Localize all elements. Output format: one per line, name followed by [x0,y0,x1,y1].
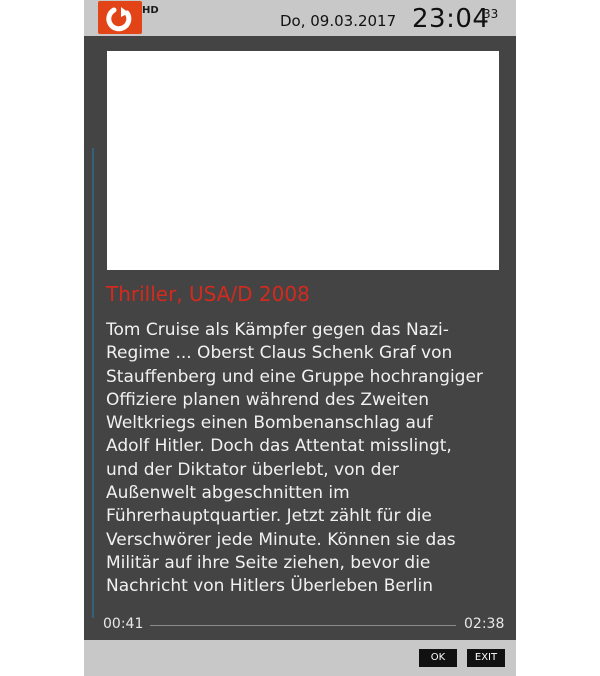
accent-divider [92,148,94,618]
description-line: Führerhauptquartier. Jetzt zählt für die [106,506,432,527]
channel-logo: HD [98,1,160,35]
progress-start-time: 00:41 [103,616,144,632]
bottom-button-bar: OK EXIT [84,640,516,676]
program-image-placeholder [107,51,499,270]
logo-swirl-icon [106,7,132,32]
progress-end-time: 02:38 [464,616,505,632]
description-line: und der Diktator überlebt, von der [106,459,399,480]
ok-button[interactable]: OK [419,649,457,667]
progress-track [150,625,456,626]
program-description: Tom Cruise als Kämpfer gegen das Nazi- R… [106,320,506,600]
current-seconds: 33 [483,7,499,21]
program-progress: 00:41 02:38 [84,612,516,640]
kabel-eins-logo-icon [98,1,142,34]
description-line: Militär auf ihre Seite ziehen, bevor die [106,552,431,573]
description-line: Stauffenberg und eine Gruppe hochrangige… [106,366,483,387]
description-line: Außenwelt abgeschnitten im [106,483,350,504]
exit-button[interactable]: EXIT [467,649,505,667]
current-time: 23:04 [412,4,490,34]
current-date: Do, 09.03.2017 [280,12,397,30]
epg-info-screen: HD Do, 09.03.2017 23:04 33 Thriller, USA… [84,0,516,676]
hd-badge: HD [142,5,159,16]
description-line: Offiziere planen während des Zweiten [106,389,430,410]
top-status-bar: HD Do, 09.03.2017 23:04 33 [84,0,516,36]
description-line: Verschwörer jede Minute. Können sie das [106,529,456,550]
description-line: Weltkriegs einen Bombenanschlag auf [106,413,433,434]
description-line: Adolf Hitler. Doch das Attentat missling… [106,436,452,457]
description-line: Regime ... Oberst Claus Schenk Graf von [106,343,453,364]
description-line: Tom Cruise als Kämpfer gegen das Nazi- [106,320,449,340]
description-line: Nachricht von Hitlers Überleben Berlin [106,576,434,597]
program-genre-year: Thriller, USA/D 2008 [106,282,310,306]
